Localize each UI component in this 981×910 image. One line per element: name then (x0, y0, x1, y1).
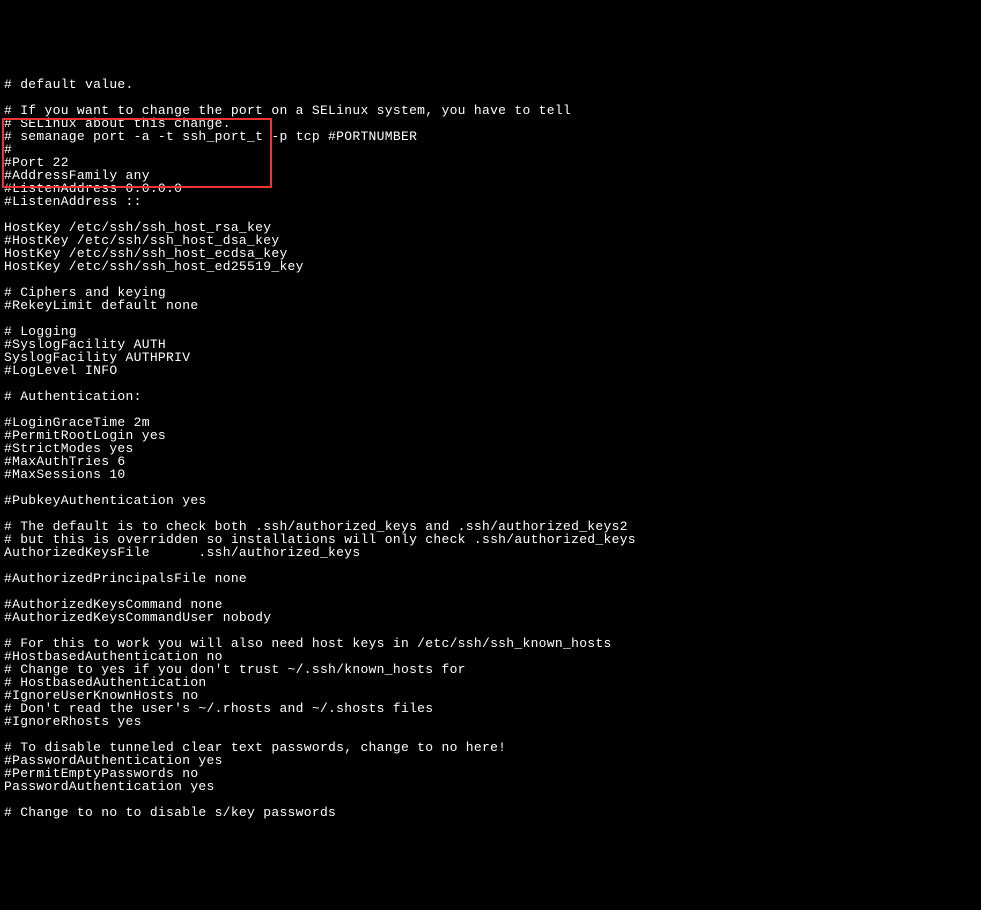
config-line: # Authentication: (4, 390, 977, 403)
config-line: #PermitRootLogin yes (4, 429, 977, 442)
config-line: #StrictModes yes (4, 442, 977, 455)
config-line: #ListenAddress 0.0.0.0 (4, 182, 977, 195)
config-line: #RekeyLimit default none (4, 299, 977, 312)
config-line (4, 793, 977, 806)
config-line: #Port 22 (4, 156, 977, 169)
config-line: #PermitEmptyPasswords no (4, 767, 977, 780)
config-line: # semanage port -a -t ssh_port_t -p tcp … (4, 130, 977, 143)
config-line: # To disable tunneled clear text passwor… (4, 741, 977, 754)
config-line (4, 403, 977, 416)
config-line: AuthorizedKeysFile .ssh/authorized_keys (4, 546, 977, 559)
config-line (4, 312, 977, 325)
terminal-editor-view[interactable]: # default value. # If you want to change… (0, 52, 981, 845)
config-line: #ListenAddress :: (4, 195, 977, 208)
config-line: #AuthorizedKeysCommandUser nobody (4, 611, 977, 624)
config-line: # Change to no to disable s/key password… (4, 806, 977, 819)
config-line: SyslogFacility AUTHPRIV (4, 351, 977, 364)
config-line: #LogLevel INFO (4, 364, 977, 377)
config-line: HostKey /etc/ssh/ssh_host_ed25519_key (4, 260, 977, 273)
config-line: PasswordAuthentication yes (4, 780, 977, 793)
config-line: # default value. (4, 78, 977, 91)
config-line: # Don't read the user's ~/.rhosts and ~/… (4, 702, 977, 715)
config-line: #IgnoreRhosts yes (4, 715, 977, 728)
config-line: #MaxAuthTries 6 (4, 455, 977, 468)
config-line: #PubkeyAuthentication yes (4, 494, 977, 507)
config-line: #PasswordAuthentication yes (4, 754, 977, 767)
config-line: #AuthorizedPrincipalsFile none (4, 572, 977, 585)
config-line: # (4, 143, 977, 156)
config-line: #MaxSessions 10 (4, 468, 977, 481)
config-line (4, 377, 977, 390)
